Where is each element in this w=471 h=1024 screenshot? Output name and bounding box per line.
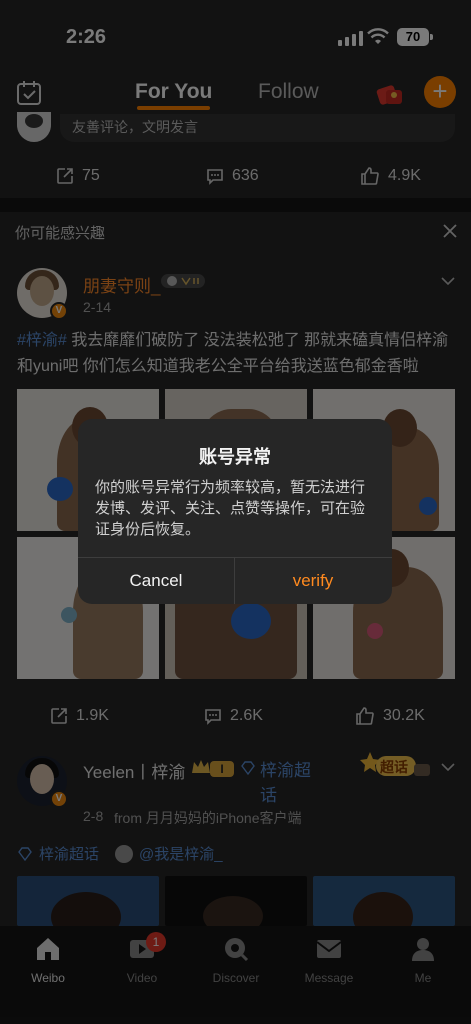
- chevron-down-icon[interactable]: [440, 762, 456, 772]
- message-icon: [316, 940, 342, 958]
- verify-button[interactable]: verify: [235, 557, 391, 604]
- top-nav: For You Follow +: [0, 70, 471, 118]
- status-bar: 2:26 70: [0, 0, 471, 70]
- post-actions: 75 636 4.9K: [0, 156, 471, 196]
- share-icon: [51, 708, 67, 724]
- verified-badge: V: [50, 790, 68, 808]
- weibo-screen: 2:26 70 For You Follow + 友善评论，文明发言 75 63…: [0, 0, 471, 1024]
- nav-weibo-label: Weibo: [31, 971, 65, 985]
- like-count: 4.9K: [388, 167, 421, 184]
- nav-me-label: Me: [414, 971, 432, 985]
- post1-text[interactable]: #梓渝# 我去靡靡们破防了 没法装松弛了 那就来磕真情侣梓渝和yuni吧 你们怎…: [17, 328, 457, 380]
- notification-badge: 1: [146, 932, 166, 952]
- home-icon: [37, 938, 59, 960]
- supertopic-badge-label: 超话: [380, 759, 408, 775]
- add-button[interactable]: +: [424, 76, 456, 108]
- comment-input[interactable]: 友善评论，文明发言: [60, 114, 455, 142]
- repost-button[interactable]: 75: [56, 167, 100, 185]
- mention-avatar: [115, 844, 134, 863]
- post-image[interactable]: [165, 876, 307, 926]
- account-warning-dialog: 账号异常 你的账号异常行为频率较高，暂无法进行发博、发评、关注、点赞等操作，可在…: [78, 419, 392, 604]
- post2-date: 2-8: [83, 808, 104, 824]
- thumbs-up-icon: [361, 167, 379, 185]
- avatar: [17, 112, 51, 142]
- section-divider: [0, 198, 471, 212]
- post-image[interactable]: [313, 876, 455, 926]
- comment-button[interactable]: 2.6K: [204, 707, 263, 725]
- like-button[interactable]: 30.2K: [355, 706, 425, 726]
- nav-discover[interactable]: Discover: [196, 936, 276, 985]
- post-image[interactable]: [17, 876, 159, 926]
- crown-icon: [192, 760, 210, 773]
- post2-source: from 月月妈妈的iPhone客户端: [114, 810, 302, 826]
- nav-video[interactable]: 1 Video: [102, 932, 182, 985]
- discover-icon: [225, 938, 249, 962]
- cellular-signal-icon: [338, 30, 363, 46]
- wifi-icon: [367, 28, 389, 44]
- supertopic-link[interactable]: 梓渝超话: [260, 758, 320, 808]
- post2-tags: 梓渝超话 @我是梓渝_: [17, 843, 223, 864]
- nav-message[interactable]: Message: [289, 936, 369, 985]
- supertopic-badge[interactable]: 超话: [360, 748, 430, 782]
- cancel-button[interactable]: Cancel: [78, 557, 234, 604]
- dialog-title: 账号异常: [199, 447, 271, 467]
- mention-link[interactable]: @我是梓渝_: [139, 843, 223, 864]
- level-badge: I: [210, 761, 234, 777]
- comment-count: 636: [232, 167, 259, 184]
- repost-button[interactable]: 1.9K: [50, 707, 109, 725]
- red-packet-icon[interactable]: [376, 80, 404, 108]
- profile-icon: [412, 938, 434, 961]
- post1-body: 我去靡靡们破防了 没法装松弛了 那就来磕真情侣梓渝和yuni吧 你们怎么知道我老…: [17, 332, 449, 375]
- thumbs-up-icon: [356, 707, 374, 725]
- nav-message-label: Message: [304, 971, 354, 985]
- tab-follow[interactable]: Follow: [258, 80, 319, 104]
- comment-icon: [207, 169, 223, 185]
- active-tab-indicator: [137, 106, 211, 110]
- battery-indicator: 70: [397, 28, 433, 46]
- comment-icon: [205, 709, 221, 725]
- diamond-icon: [241, 761, 255, 776]
- post2-username[interactable]: Yeelen丨梓渝: [83, 758, 185, 783]
- post1-username[interactable]: 朋妻守则_: [83, 272, 160, 297]
- nav-discover-label: Discover: [212, 971, 260, 985]
- supertopic-tag[interactable]: 梓渝超话: [39, 843, 99, 864]
- bottom-nav: Weibo 1 Video Discover Message Me: [0, 926, 471, 1024]
- comment-count: 2.6K: [230, 707, 263, 724]
- nav-me[interactable]: Me: [383, 936, 463, 985]
- close-icon[interactable]: [441, 222, 459, 240]
- post1-date: 2-14: [83, 299, 112, 315]
- comment-button[interactable]: 636: [206, 167, 259, 185]
- fan-badge-icon: [161, 274, 205, 288]
- diamond-icon: [18, 846, 32, 861]
- nav-weibo[interactable]: Weibo: [8, 936, 88, 985]
- like-button[interactable]: 4.9K: [360, 166, 421, 186]
- verified-badge: V: [50, 302, 68, 320]
- tab-for-you-label: For You: [135, 80, 213, 103]
- tab-for-you[interactable]: For You: [135, 80, 213, 110]
- recommend-title: 你可能感兴趣: [15, 225, 106, 242]
- like-count: 30.2K: [383, 707, 425, 724]
- tab-follow-label: Follow: [258, 80, 319, 103]
- dialog-message: 你的账号异常行为频率较高，暂无法进行发博、发评、关注、点赞等操作，可在验证身份后…: [95, 479, 366, 538]
- nav-video-label: Video: [126, 971, 158, 985]
- hashtag-link[interactable]: #梓渝#: [17, 332, 67, 349]
- comment-row: 友善评论，文明发言: [0, 112, 471, 144]
- status-time: 2:26: [66, 26, 107, 48]
- recommend-header: 你可能感兴趣: [0, 212, 471, 252]
- post-actions: 1.9K 2.6K 30.2K: [0, 696, 471, 736]
- repost-count: 1.9K: [76, 707, 109, 724]
- chevron-down-icon[interactable]: [440, 276, 456, 286]
- share-icon: [57, 168, 73, 184]
- calendar-check-icon[interactable]: [16, 80, 42, 106]
- post2-photo-row: [17, 876, 455, 926]
- repost-count: 75: [82, 167, 100, 184]
